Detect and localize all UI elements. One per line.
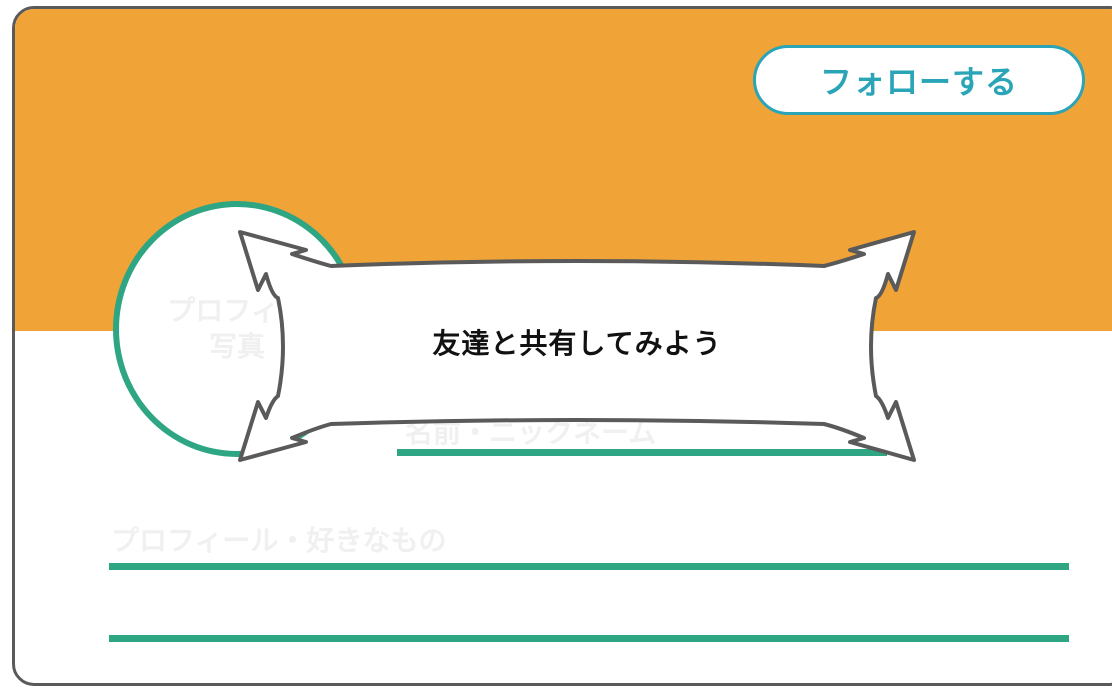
follow-button[interactable]: フォローする: [753, 45, 1085, 115]
share-banner-text: 友達と共有してみよう: [432, 327, 722, 360]
profile-field-label: プロフィール・好きなもの: [111, 524, 447, 557]
profile-field-underline-1: [109, 563, 1069, 570]
profile-field-underline-2: [109, 635, 1069, 642]
share-banner: 友達と共有してみよう: [236, 228, 918, 464]
